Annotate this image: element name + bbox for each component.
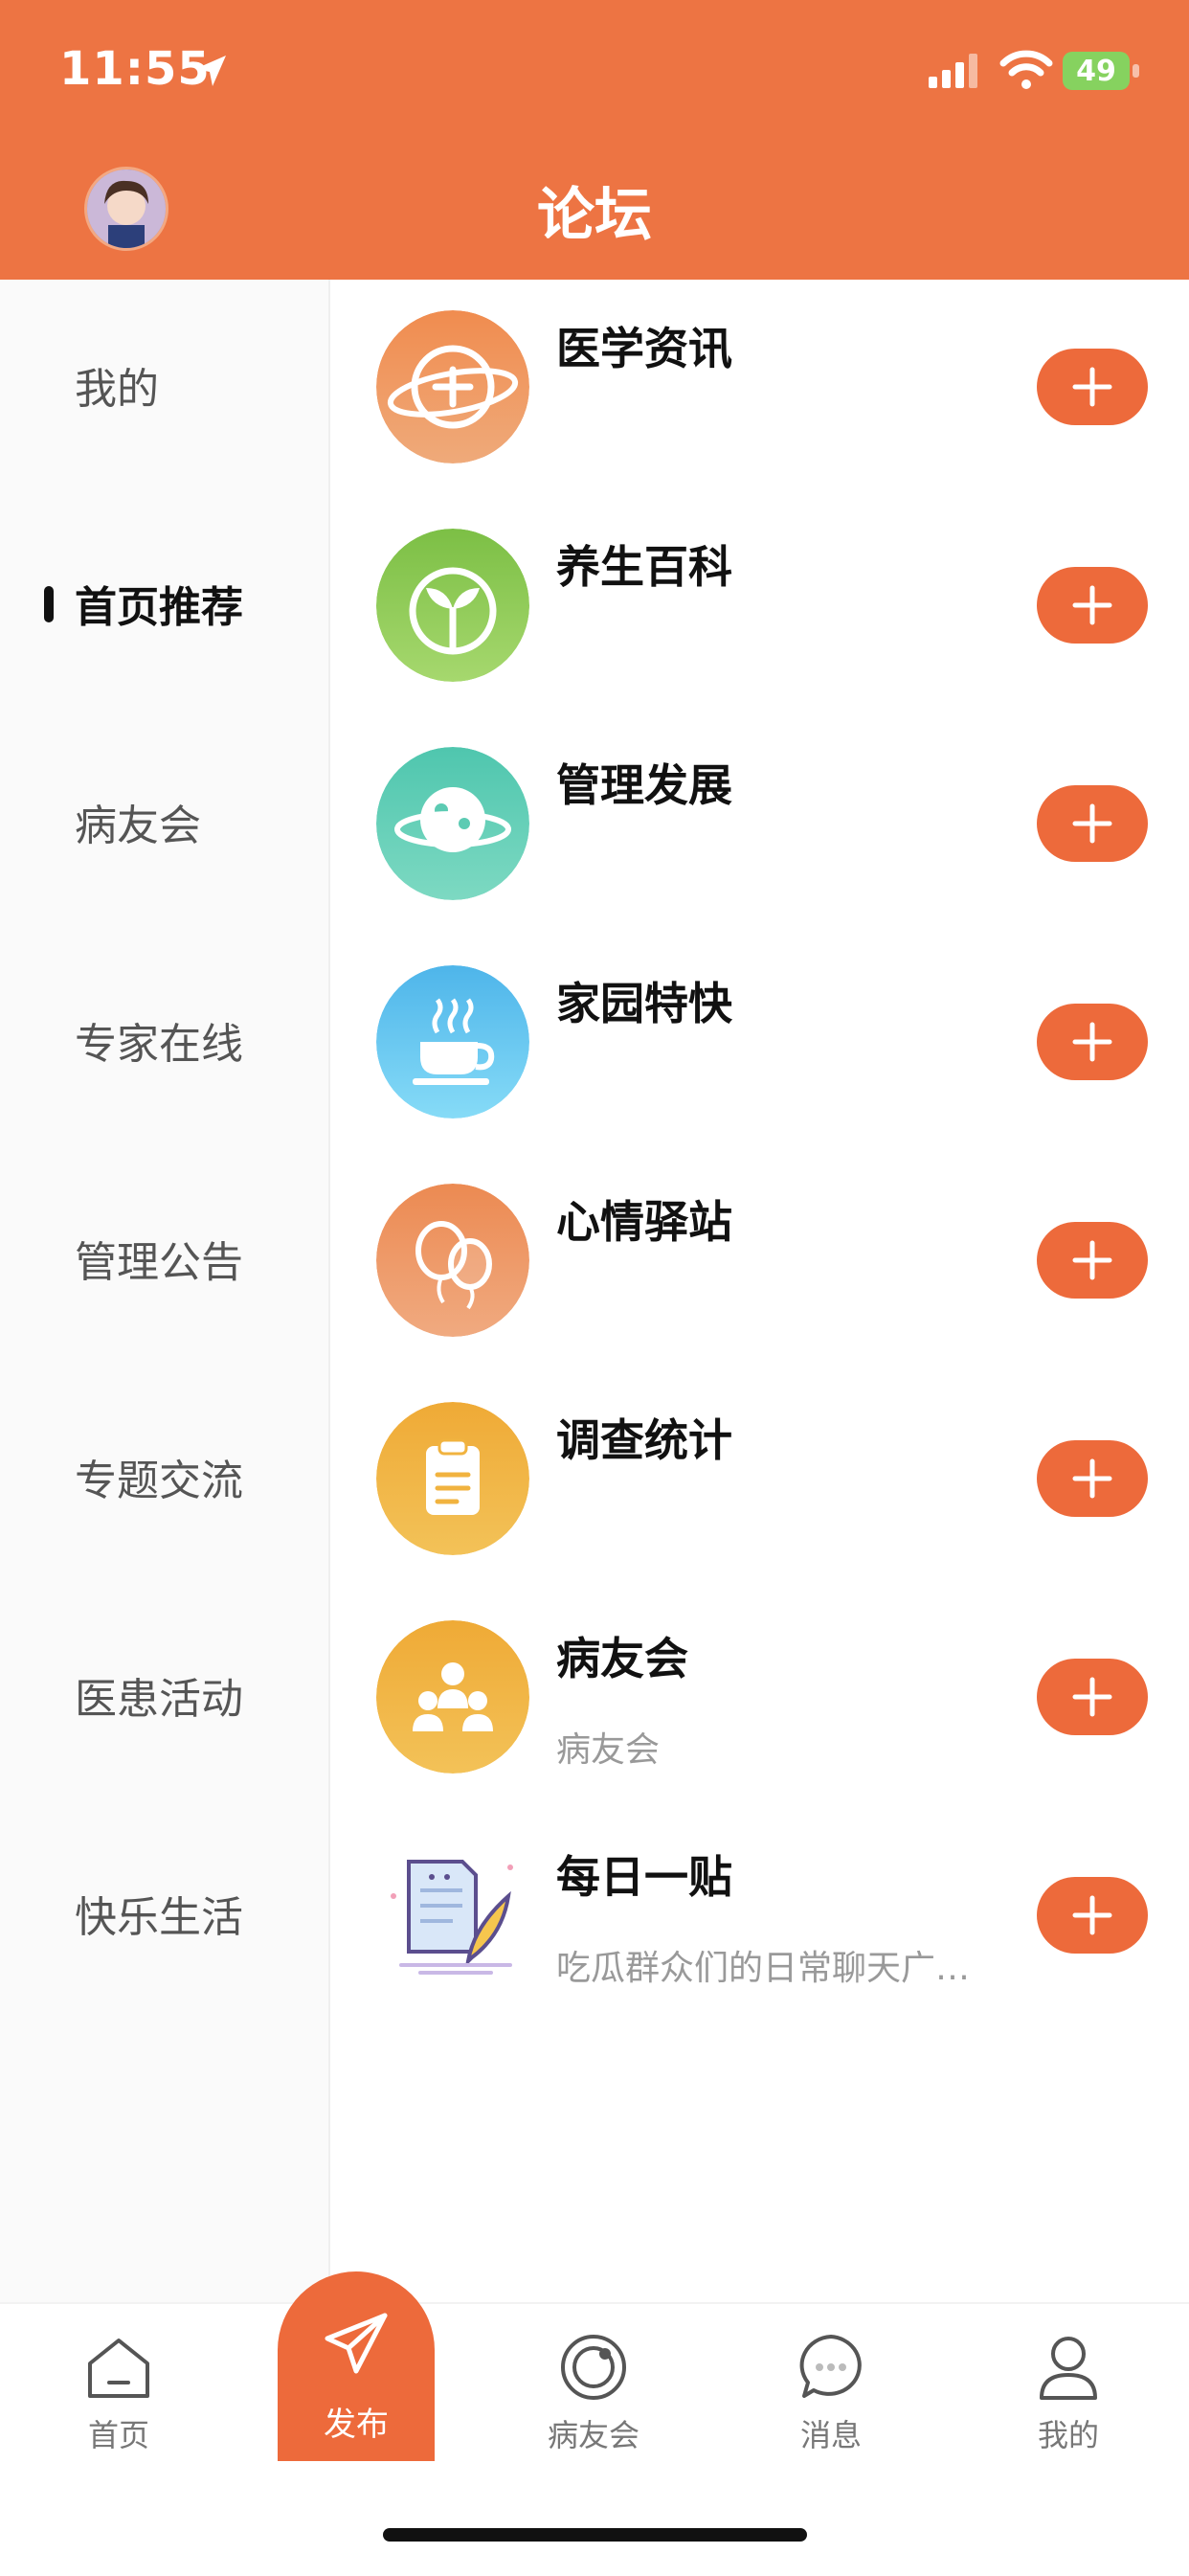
sidebar-item-label: 专家在线 — [75, 1020, 243, 1069]
planet-icon — [376, 747, 529, 900]
sidebar-item-doctor-patient-events[interactable]: 医患活动 — [0, 1590, 330, 1808]
plus-icon — [1072, 1895, 1112, 1935]
plus-icon — [1072, 367, 1112, 407]
sidebar-item-topic-exchange[interactable]: 专题交流 — [0, 1371, 330, 1590]
forum-row[interactable]: 医学资讯 — [330, 280, 1189, 498]
plus-icon — [1072, 803, 1112, 844]
clipboard-icon — [376, 1402, 529, 1555]
sidebar-item-label: 医患活动 — [75, 1675, 243, 1724]
tab-label: 病友会 — [547, 2417, 639, 2453]
battery-indicator: 49 — [1063, 52, 1141, 90]
sidebar-item-happy-life[interactable]: 快乐生活 — [0, 1808, 330, 2026]
group-people-icon — [376, 1620, 529, 1774]
active-indicator — [44, 586, 54, 622]
forum-name: 管理发展 — [556, 759, 732, 811]
coffee-cup-icon — [376, 965, 529, 1119]
forum-name: 病友会 — [556, 1633, 688, 1684]
status-time: 11:55 — [59, 42, 211, 96]
page-title: 论坛 — [537, 182, 652, 249]
plus-icon — [1072, 1677, 1112, 1717]
join-forum-button[interactable] — [1037, 349, 1148, 425]
tab-label: 我的 — [1037, 2417, 1099, 2453]
join-forum-button[interactable] — [1037, 567, 1148, 644]
join-forum-button[interactable] — [1037, 785, 1148, 862]
top-header: 11:55 49 论坛 — [0, 0, 1189, 280]
sidebar-item-home-recommend[interactable]: 首页推荐 — [0, 498, 330, 716]
sidebar-item-patient-club[interactable]: 病友会 — [0, 716, 330, 935]
paper-plane-icon — [325, 2313, 388, 2374]
battery-level: 49 — [1063, 52, 1130, 90]
forum-row[interactable]: 每日一贴 吃瓜群众们的日常聊天广… — [330, 1808, 1189, 2026]
publish-button[interactable]: 发布 — [278, 2271, 435, 2461]
sidebar-item-mine[interactable]: 我的 — [0, 280, 330, 498]
join-forum-button[interactable] — [1037, 1877, 1148, 1954]
sprout-icon — [376, 529, 529, 682]
sidebar-item-label: 首页推荐 — [75, 583, 243, 632]
forum-row[interactable]: 家园特快 — [330, 935, 1189, 1153]
forum-desc: 病友会 — [556, 1730, 661, 1770]
ring-icon — [561, 2335, 626, 2400]
plus-icon — [1072, 585, 1112, 625]
publish-label: 发布 — [324, 2406, 389, 2444]
join-forum-button[interactable] — [1037, 1004, 1148, 1080]
home-icon — [88, 2339, 149, 2398]
sidebar-item-label: 病友会 — [75, 802, 201, 850]
cellular-signal-icon — [929, 54, 977, 88]
forum-name: 心情驿站 — [556, 1196, 732, 1248]
tab-messages[interactable]: 消息 — [754, 2333, 908, 2455]
forum-row[interactable]: 病友会 病友会 — [330, 1590, 1189, 1808]
join-forum-button[interactable] — [1037, 1222, 1148, 1299]
join-forum-button[interactable] — [1037, 1659, 1148, 1735]
tab-patient-club[interactable]: 病友会 — [517, 2333, 670, 2455]
forum-desc: 吃瓜群众们的日常聊天广… — [556, 1949, 971, 1988]
category-sidebar: 我的 首页推荐 病友会 专家在线 管理公告 专题交流 医患活动 快乐生活 — [0, 280, 330, 2302]
medical-planet-icon — [376, 310, 529, 463]
sidebar-item-label: 快乐生活 — [75, 1893, 243, 1942]
tab-mine[interactable]: 我的 — [992, 2333, 1145, 2455]
location-arrow-icon — [195, 56, 226, 86]
join-forum-button[interactable] — [1037, 1440, 1148, 1517]
paper-quill-icon — [376, 1839, 529, 1992]
sidebar-item-label: 专题交流 — [75, 1457, 243, 1505]
forum-row[interactable]: 心情驿站 — [330, 1153, 1189, 1371]
tab-label: 消息 — [799, 2417, 862, 2453]
forum-name: 每日一贴 — [556, 1851, 732, 1903]
plus-icon — [1072, 1022, 1112, 1062]
home-indicator — [383, 2528, 807, 2542]
forum-name: 医学资讯 — [556, 323, 732, 374]
sidebar-item-experts-online[interactable]: 专家在线 — [0, 935, 330, 1153]
chat-bubble-icon — [799, 2335, 862, 2398]
forum-name: 调查统计 — [556, 1414, 732, 1466]
plus-icon — [1072, 1458, 1112, 1499]
sidebar-item-announcements[interactable]: 管理公告 — [0, 1153, 330, 1371]
forum-row[interactable]: 养生百科 — [330, 498, 1189, 716]
balloons-icon — [376, 1184, 529, 1337]
forum-row[interactable]: 管理发展 — [330, 716, 1189, 935]
forum-name: 家园特快 — [556, 978, 732, 1029]
forum-name: 养生百科 — [556, 541, 732, 593]
wifi-icon — [999, 50, 1053, 89]
plus-icon — [1072, 1240, 1112, 1280]
sidebar-item-label: 管理公告 — [75, 1238, 243, 1287]
forum-row[interactable]: 调查统计 — [330, 1371, 1189, 1590]
tab-home[interactable]: 首页 — [42, 2333, 195, 2455]
person-icon — [1040, 2337, 1097, 2400]
tab-label: 首页 — [87, 2417, 149, 2453]
sidebar-item-label: 我的 — [75, 365, 159, 414]
